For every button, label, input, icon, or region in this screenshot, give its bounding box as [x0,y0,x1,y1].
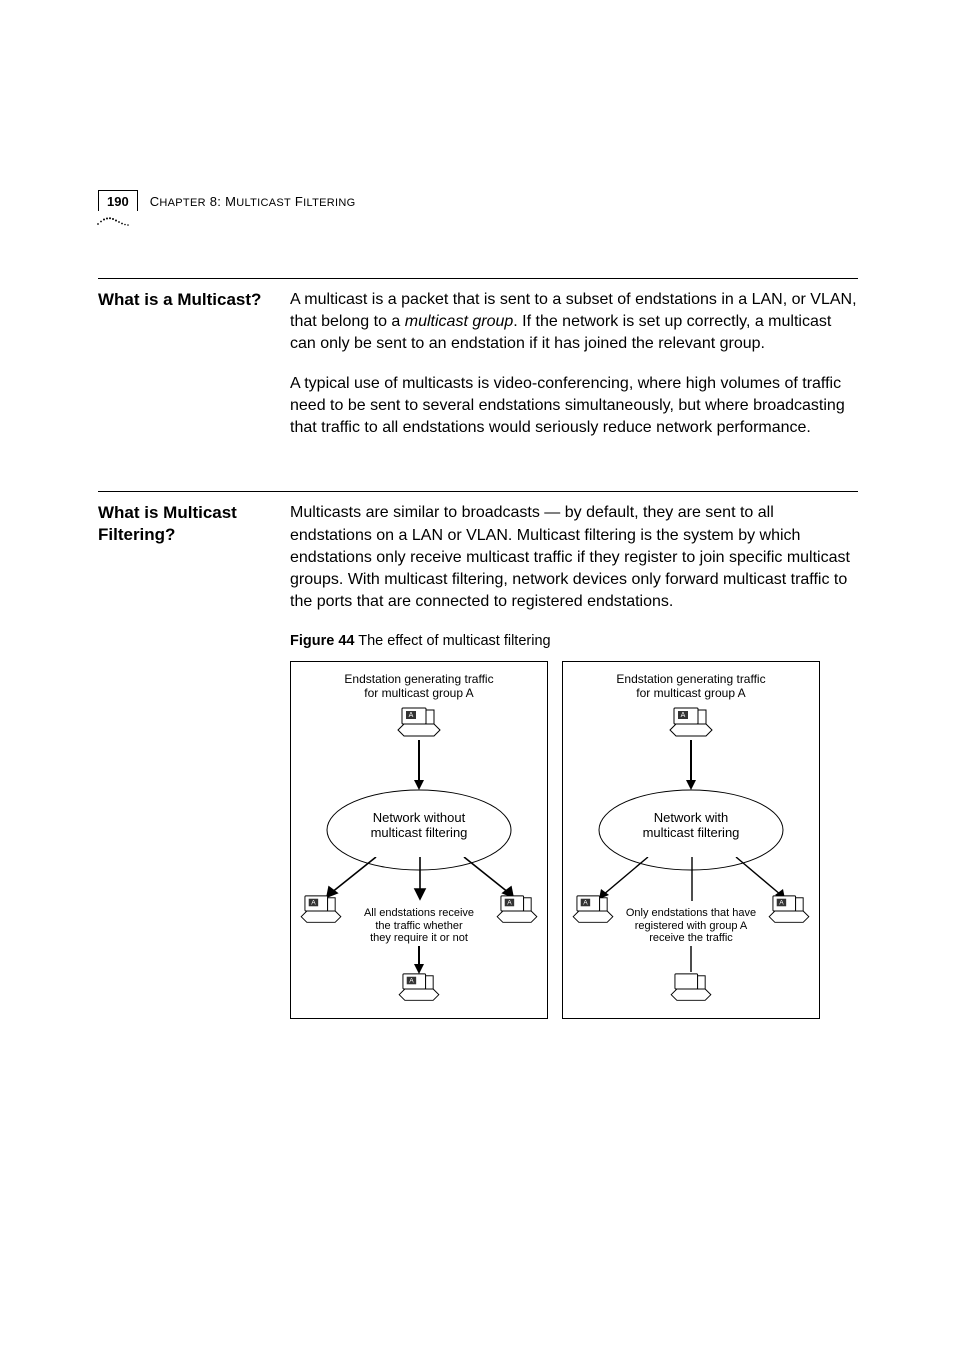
section-body: A multicast is a packet that is sent to … [290,289,858,457]
section-body: Multicasts are similar to broadcasts — b… [290,502,858,1018]
computer-icon: A [397,972,441,1006]
section-heading: What is a Multicast? [98,289,290,457]
svg-text:A: A [583,899,588,906]
section-what-is-multicast: What is a Multicast? A multicast is a pa… [98,278,858,457]
chapter-label: CHAPTER 8: MULTICAST FILTERING [150,194,356,209]
paragraph: A multicast is a packet that is sent to … [290,289,858,355]
computer-icon [669,972,713,1006]
line-down-icon [684,946,698,974]
network-label: Network withoutmulticast filtering [291,810,547,841]
svg-text:A: A [409,977,414,984]
svg-text:A: A [311,899,316,906]
arrow-down-icon [412,946,426,974]
diagram-panel-without-filtering: Endstation generating trafficfor multica… [290,661,548,1019]
computer-icon: A [396,706,442,742]
paragraph: A typical use of multicasts is video-con… [290,373,858,439]
network-label: Network withmulticast filtering [563,810,819,841]
figure-panels: Endstation generating trafficfor multica… [290,661,858,1019]
dots-decoration-icon [96,214,136,228]
diagram-bottom-label: Only endstations that haveregistered wit… [563,907,819,945]
arrow-down-icon [684,740,698,790]
computer-icon: A [668,706,714,742]
arrow-down-icon [412,740,426,790]
svg-text:A: A [409,712,414,719]
section-heading: What is Multicast Filtering? [98,502,290,1018]
figure-caption: Figure 44 The effect of multicast filter… [290,631,858,651]
svg-text:A: A [681,712,686,719]
diagram-top-label: Endstation generating trafficfor multica… [571,672,811,701]
page-number: 190 [98,190,138,211]
paragraph: Multicasts are similar to broadcasts — b… [290,502,858,612]
diagram-top-label: Endstation generating trafficfor multica… [299,672,539,701]
figure-number: Figure 44 [290,633,354,649]
running-header: 190 CHAPTER 8: MULTICAST FILTERING [98,190,355,211]
diagram-panel-with-filtering: Endstation generating trafficfor multica… [562,661,820,1019]
svg-text:A: A [779,899,784,906]
main-content: What is a Multicast? A multicast is a pa… [98,278,858,1053]
section-what-is-multicast-filtering: What is Multicast Filtering? Multicasts … [98,491,858,1018]
figure-title: The effect of multicast filtering [354,633,550,649]
svg-text:A: A [507,899,512,906]
diagram-bottom-label: All endstations receivethe traffic wheth… [291,907,547,945]
